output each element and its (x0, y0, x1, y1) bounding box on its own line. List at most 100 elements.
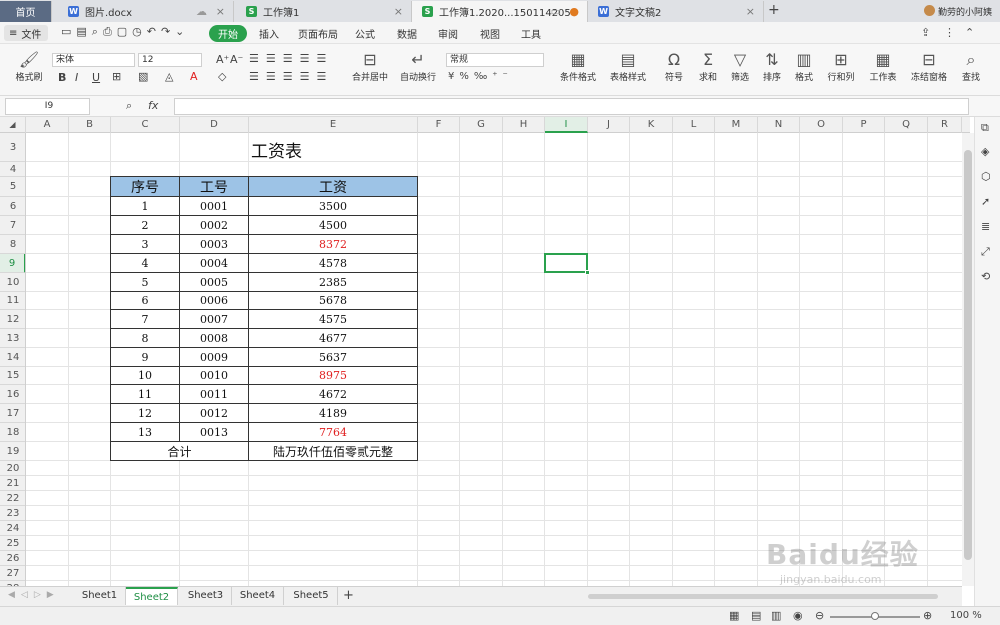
row-header[interactable]: 6 (0, 197, 25, 216)
table-cell[interactable]: 13 (111, 423, 180, 442)
column-header[interactable]: O (800, 117, 843, 133)
table-cell[interactable]: 4189 (249, 404, 418, 423)
table-cell[interactable]: 4575 (249, 310, 418, 329)
sort-button[interactable]: ⇅ 排序 (758, 50, 786, 83)
sheet-tab[interactable]: Sheet4 (232, 587, 284, 605)
table-cell[interactable]: 1 (111, 197, 180, 216)
zoom-slider-thumb[interactable] (871, 612, 879, 620)
table-cell[interactable]: 0008 (180, 329, 249, 348)
column-header[interactable]: G (460, 117, 503, 133)
table-cell[interactable]: 0006 (180, 292, 249, 310)
cursor-icon[interactable]: ➚ (981, 195, 990, 208)
column-header[interactable]: Q (885, 117, 928, 133)
table-cell[interactable]: 3 (111, 235, 180, 254)
resize-icon[interactable]: ⤢ (981, 245, 990, 259)
table-cell[interactable]: 0011 (180, 385, 249, 404)
menu-formula[interactable]: 公式 (355, 26, 375, 41)
quick-access-icons[interactable]: ▭▤⌕⎙▢◷↶↷⌄ (61, 25, 189, 39)
total-value-cell[interactable]: 陆万玖仟伍佰零贰元整 (249, 442, 418, 461)
row-header[interactable]: 26 (0, 551, 25, 566)
row-header[interactable]: 12 (0, 310, 25, 329)
close-icon[interactable]: × (746, 5, 755, 18)
worksheet-grid[interactable]: 工资表 序号 工号 工资 1 0001 3500 2 0002 4500 3 0… (26, 133, 962, 586)
row-header[interactable]: 16 (0, 385, 25, 404)
fill-color-icon[interactable]: ▧ (138, 70, 148, 83)
table-cell[interactable]: 0007 (180, 310, 249, 329)
column-header[interactable]: P (843, 117, 885, 133)
font-grow-icon[interactable]: A⁺ (216, 53, 229, 66)
table-cell[interactable]: 0001 (180, 197, 249, 216)
tab-workbook1[interactable]: S 工作簿1 × (236, 1, 412, 22)
menu-data[interactable]: 数据 (397, 26, 417, 41)
underline-button[interactable]: U (92, 71, 100, 84)
tab-workbook-active[interactable]: S 工作簿1.2020...150114205 ▭ ● (412, 1, 588, 22)
table-cell[interactable]: 0005 (180, 273, 249, 292)
table-cell-highlight[interactable]: 7764 (249, 423, 418, 442)
sum-button[interactable]: Σ 求和 (694, 50, 722, 83)
row-header-selected[interactable]: 9 (0, 254, 25, 273)
table-cell[interactable]: 0004 (180, 254, 249, 273)
page-break-view-icon[interactable]: ▤ (751, 609, 761, 622)
row-header[interactable]: 14 (0, 348, 25, 367)
column-header[interactable]: B (69, 117, 111, 133)
fx-icon[interactable]: fx (148, 99, 158, 112)
row-header[interactable]: 22 (0, 491, 25, 506)
table-cell[interactable]: 5637 (249, 348, 418, 367)
row-header[interactable]: 17 (0, 404, 25, 423)
clear-format-icon[interactable]: ◇ (218, 70, 226, 83)
fill-handle[interactable] (585, 270, 590, 275)
column-header[interactable]: A (26, 117, 69, 133)
row-header[interactable]: 8 (0, 235, 25, 254)
eye-protect-icon[interactable]: ◉ (793, 609, 803, 622)
menu-review[interactable]: 审阅 (438, 26, 458, 41)
file-menu-button[interactable]: ≡ 文件 (4, 25, 48, 41)
close-icon[interactable]: × (394, 5, 403, 18)
sheet-tab[interactable]: Sheet1 (74, 587, 126, 605)
row-header[interactable]: 19 (0, 442, 25, 461)
header-cell-id[interactable]: 工号 (180, 177, 249, 197)
table-cell[interactable]: 5 (111, 273, 180, 292)
table-cell-highlight[interactable]: 8975 (249, 367, 418, 385)
name-box[interactable]: I9 (5, 98, 90, 115)
number-format-icons[interactable]: ¥%‰⁺⁻ (448, 71, 513, 82)
table-cell[interactable]: 0010 (180, 367, 249, 385)
select-all-corner[interactable]: ◢ (0, 117, 26, 133)
style-icon[interactable]: ◈ (981, 145, 989, 158)
worksheet-button[interactable]: ▦ 工作表 (865, 50, 901, 83)
sheet-tab[interactable]: Sheet5 (285, 587, 338, 605)
zoom-level[interactable]: 100 % (950, 610, 982, 621)
filter-button[interactable]: ▽ 筛选 (726, 50, 754, 83)
table-cell[interactable]: 0002 (180, 216, 249, 235)
row-header[interactable]: 13 (0, 329, 25, 348)
header-cell-salary[interactable]: 工资 (249, 177, 418, 197)
bold-button[interactable]: B (58, 71, 66, 84)
row-header[interactable]: 7 (0, 216, 25, 235)
freeze-panes-button[interactable]: ⊟ 冻结窗格 (906, 50, 952, 83)
column-header[interactable]: H (503, 117, 545, 133)
column-header[interactable]: M (715, 117, 758, 133)
table-style-button[interactable]: ▤ 表格样式 (605, 50, 651, 83)
align-top-icons[interactable]: ☰☰☰☰☰ (249, 52, 333, 65)
font-size-select[interactable]: 12 (138, 53, 202, 67)
row-header[interactable]: 27 (0, 566, 25, 581)
page-layout-view-icon[interactable]: ▥ (771, 609, 781, 622)
vertical-scrollbar-thumb[interactable] (964, 150, 972, 560)
column-header[interactable]: L (673, 117, 715, 133)
unsaved-dot-icon[interactable]: ● (569, 5, 579, 18)
table-cell[interactable]: 0012 (180, 404, 249, 423)
font-shrink-icon[interactable]: A⁻ (230, 53, 243, 66)
column-header[interactable]: C (111, 117, 180, 133)
border-icon[interactable]: ⊞ (112, 70, 121, 83)
row-header[interactable]: 20 (0, 461, 25, 476)
add-sheet-icon[interactable]: + (343, 588, 354, 603)
column-header[interactable]: F (418, 117, 460, 133)
column-header[interactable]: E (249, 117, 418, 133)
cond-format-button[interactable]: ▦ 条件格式 (555, 50, 601, 83)
row-header[interactable]: 23 (0, 506, 25, 521)
property-icon[interactable]: ≣ (981, 220, 990, 233)
tab-doc-image[interactable]: W 图片.docx ☁ × (58, 1, 234, 22)
close-icon[interactable]: × (216, 5, 225, 18)
normal-view-icon[interactable]: ▦ (729, 609, 739, 622)
table-cell[interactable]: 4 (111, 254, 180, 273)
menu-view[interactable]: 视图 (480, 26, 500, 41)
